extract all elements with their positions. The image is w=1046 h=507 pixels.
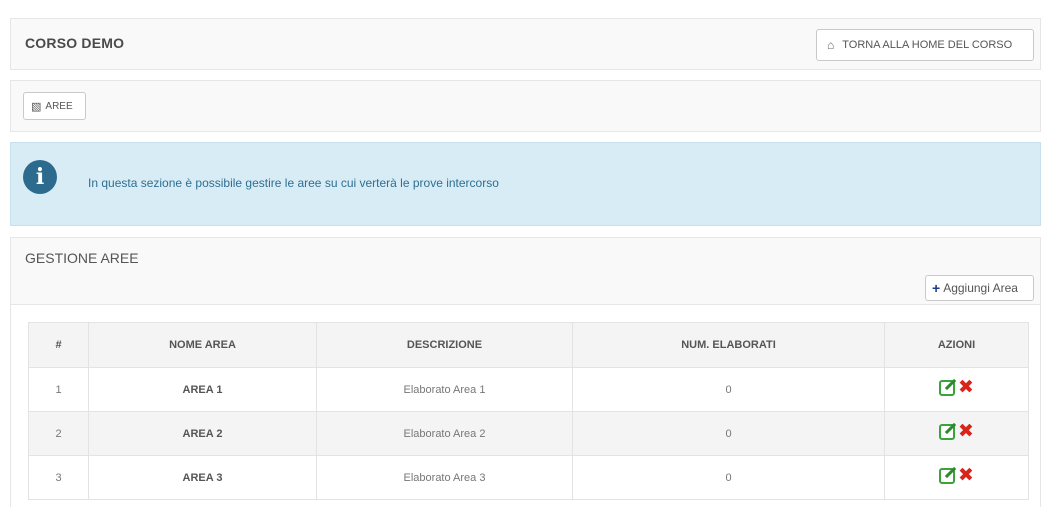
area-elaborati-count: 0 xyxy=(572,411,885,456)
table-row: 3 AREA 3 Elaborato Area 3 0 ✖ xyxy=(28,455,1029,500)
row-number: 3 xyxy=(28,455,89,500)
area-description: Elaborato Area 3 xyxy=(316,455,573,500)
row-actions: ✖ xyxy=(884,367,1029,412)
aree-tab-button[interactable]: ▧ AREE xyxy=(23,92,86,120)
info-icon: i xyxy=(23,160,57,194)
delete-icon[interactable]: ✖ xyxy=(958,422,974,441)
area-name: AREA 2 xyxy=(88,411,317,456)
home-icon: ⌂ xyxy=(827,38,835,52)
section-title: GESTIONE AREE xyxy=(25,250,139,266)
section-tabs-panel: ▧ AREE xyxy=(10,80,1041,132)
row-actions: ✖ xyxy=(884,455,1029,500)
area-description: Elaborato Area 1 xyxy=(316,367,573,412)
area-name: AREA 1 xyxy=(88,367,317,412)
area-management-panel: GESTIONE AREE + Aggiungi Area # NOME ARE… xyxy=(10,237,1041,507)
column-header-descrizione: DESCRIZIONE xyxy=(316,322,573,368)
area-name: AREA 3 xyxy=(88,455,317,500)
plus-icon: + xyxy=(932,280,941,296)
row-number: 1 xyxy=(28,367,89,412)
areas-table: # NOME AREA DESCRIZIONE NUM. ELABORATI A… xyxy=(28,322,1029,500)
column-header-num-elaborati: NUM. ELABORATI xyxy=(572,322,885,368)
edit-icon[interactable] xyxy=(939,424,956,440)
aree-tab-label: AREE xyxy=(45,100,73,112)
table-row: 1 AREA 1 Elaborato Area 1 0 ✖ xyxy=(28,367,1029,412)
info-message: In questa sezione è possibile gestire le… xyxy=(88,176,499,190)
area-management-header: GESTIONE AREE + Aggiungi Area xyxy=(11,238,1040,305)
row-number: 2 xyxy=(28,411,89,456)
page-title: CORSO DEMO xyxy=(25,35,125,51)
area-description: Elaborato Area 2 xyxy=(316,411,573,456)
column-header-nome-area: NOME AREA xyxy=(88,322,317,368)
table-header-row: # NOME AREA DESCRIZIONE NUM. ELABORATI A… xyxy=(28,322,1029,368)
back-to-course-home-button[interactable]: ⌂ TORNA ALLA HOME DEL CORSO xyxy=(816,29,1034,61)
info-alert: i In questa sezione è possibile gestire … xyxy=(10,142,1041,226)
edit-icon[interactable] xyxy=(939,468,956,484)
table-row: 2 AREA 2 Elaborato Area 2 0 ✖ xyxy=(28,411,1029,456)
area-elaborati-count: 0 xyxy=(572,367,885,412)
column-header-number: # xyxy=(28,322,89,368)
column-header-azioni: AZIONI xyxy=(884,322,1029,368)
delete-icon[interactable]: ✖ xyxy=(958,378,974,397)
add-area-label: Aggiungi Area xyxy=(943,281,1018,295)
edit-icon[interactable] xyxy=(939,380,956,396)
course-header-panel: CORSO DEMO ⌂ TORNA ALLA HOME DEL CORSO xyxy=(10,18,1041,70)
row-actions: ✖ xyxy=(884,411,1029,456)
puzzle-icon: ▧ xyxy=(31,100,42,113)
back-to-course-home-label: TORNA ALLA HOME DEL CORSO xyxy=(842,39,1013,51)
delete-icon[interactable]: ✖ xyxy=(958,466,974,485)
add-area-button[interactable]: + Aggiungi Area xyxy=(925,275,1034,301)
area-elaborati-count: 0 xyxy=(572,455,885,500)
